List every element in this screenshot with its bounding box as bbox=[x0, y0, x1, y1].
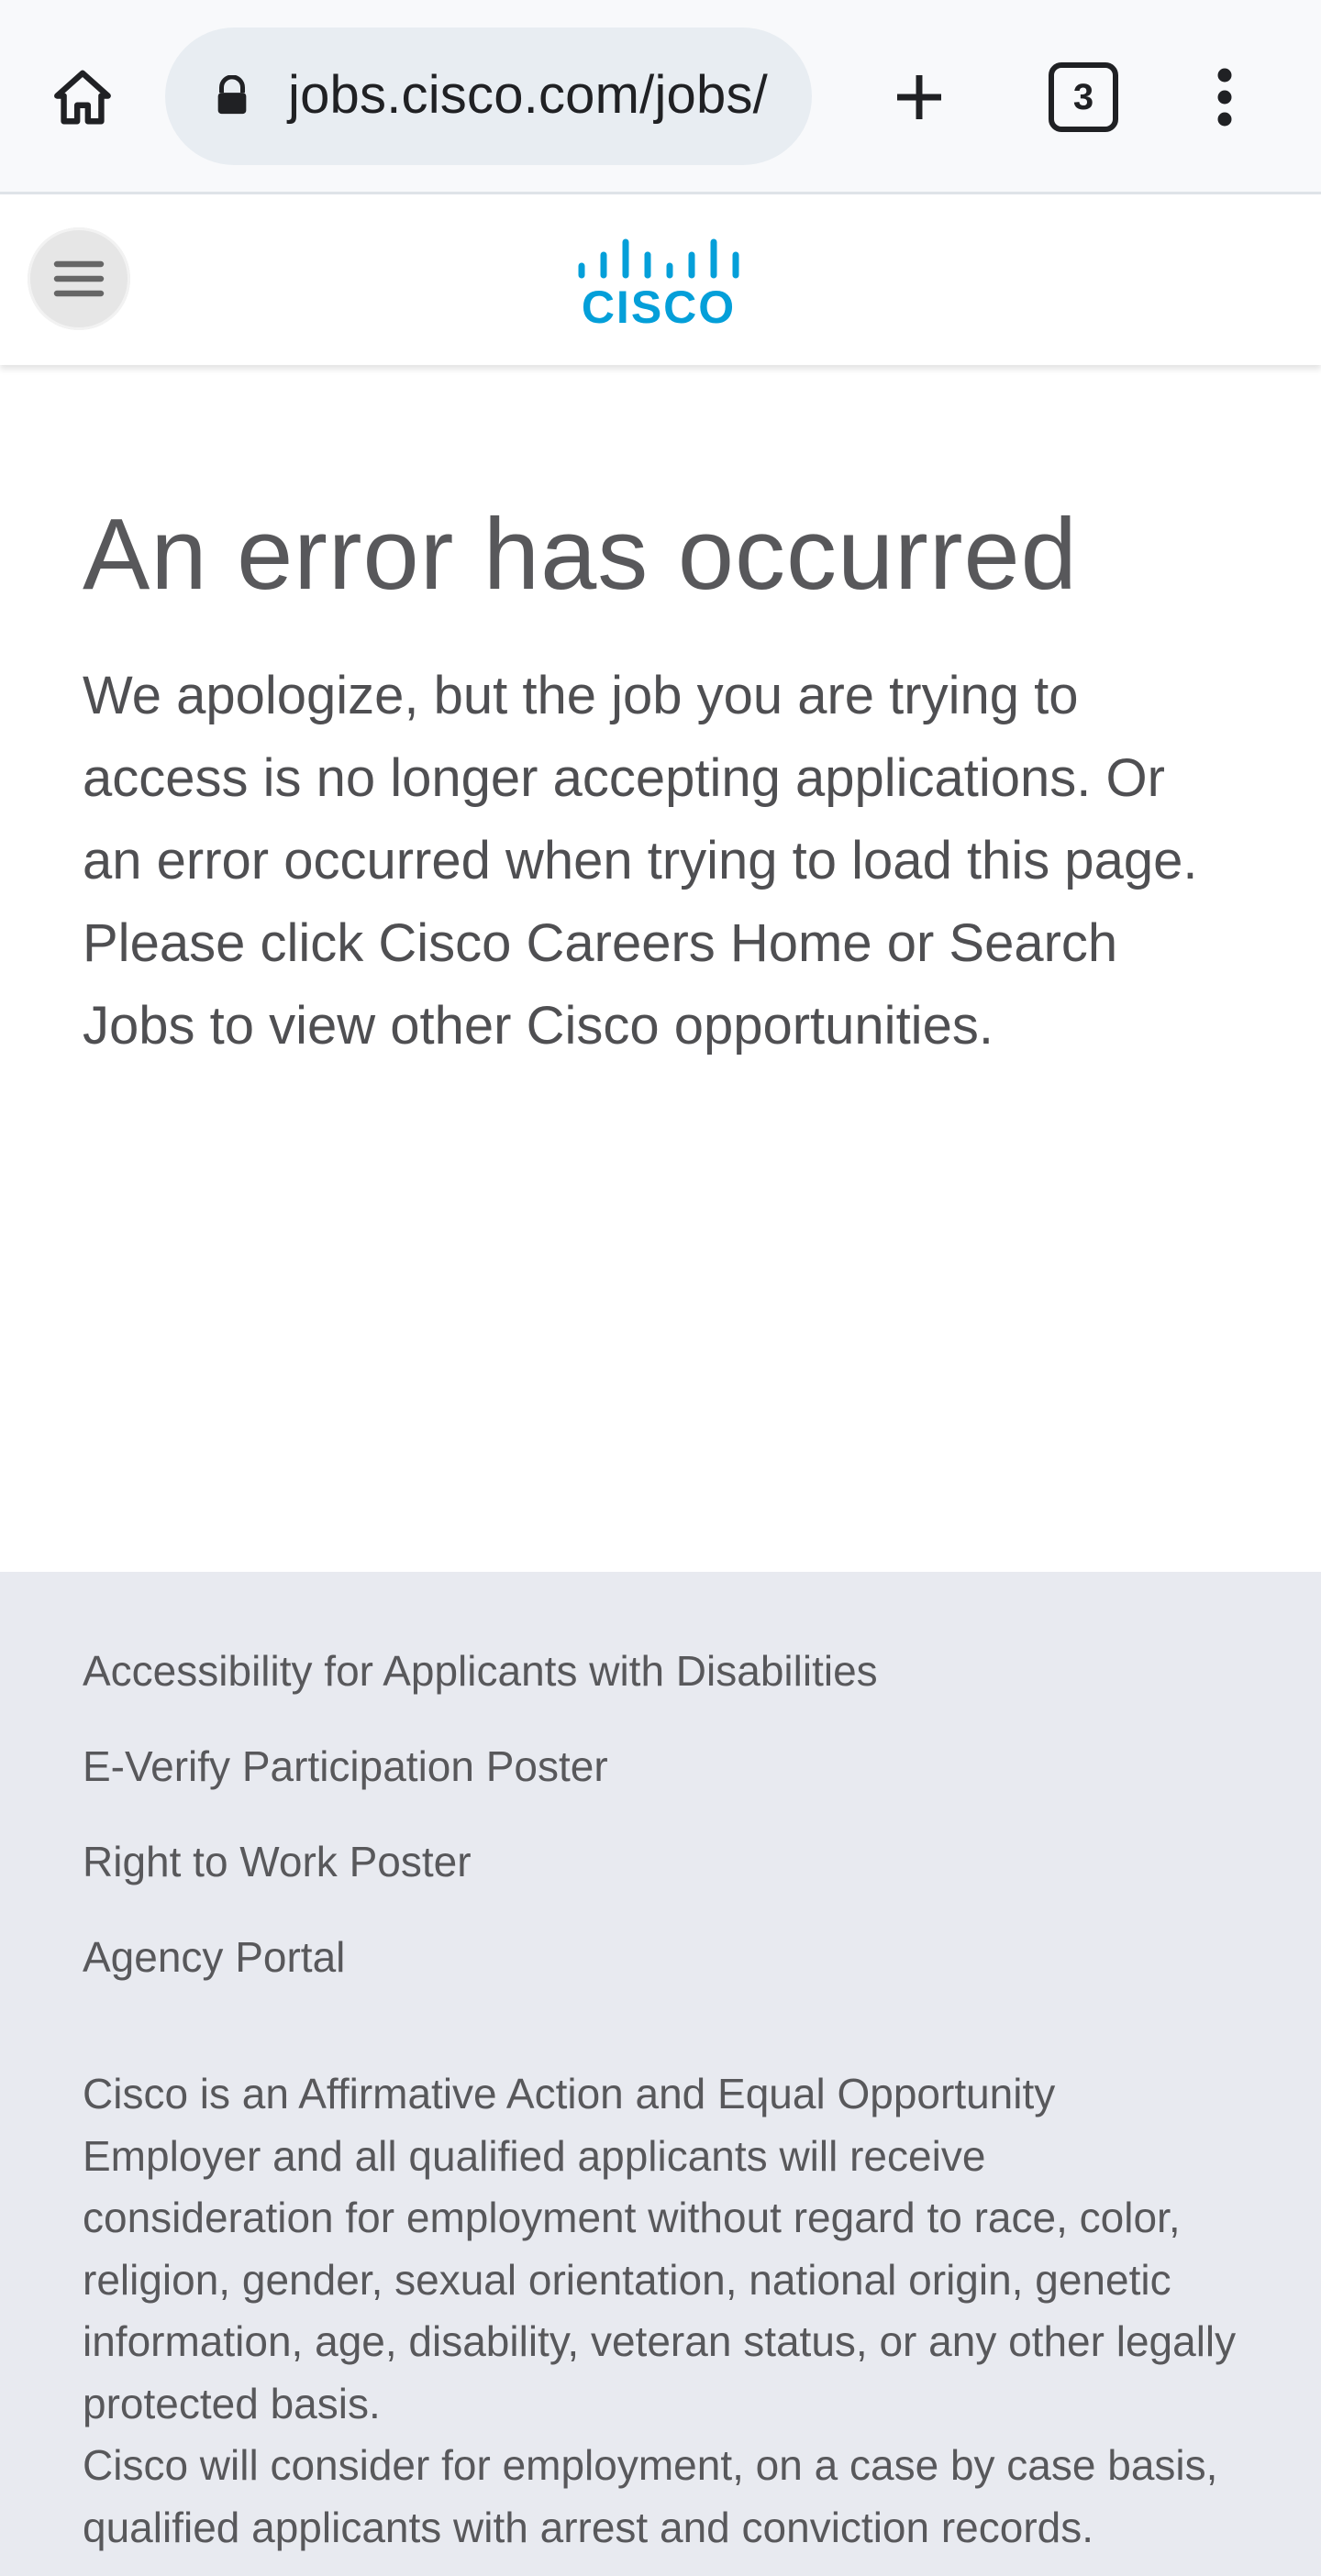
page-title: An error has occurred bbox=[83, 498, 1078, 611]
more-vert-icon[interactable] bbox=[1193, 59, 1257, 136]
site-header: CISCO bbox=[0, 194, 1321, 365]
tab-count: 3 bbox=[1072, 76, 1094, 117]
eeo-paragraph: Cisco is an Affirmative Action and Equal… bbox=[83, 2070, 1237, 2427]
browser-toolbar: jobs.cisco.com/jobs/ 3 bbox=[0, 0, 1321, 194]
cisco-logo[interactable]: CISCO bbox=[574, 231, 745, 332]
footer-link-agency-portal[interactable]: Agency Portal bbox=[83, 1931, 878, 1983]
eeo-paragraph-conviction: Cisco will consider for employment, on a… bbox=[83, 2441, 1218, 2551]
eeo-statement: Cisco is an Affirmative Action and Equal… bbox=[83, 2063, 1238, 2559]
footer-link-right-to-work[interactable]: Right to Work Poster bbox=[83, 1836, 878, 1887]
url-text: jobs.cisco.com/jobs/ bbox=[288, 65, 768, 125]
error-message: We apologize, but the job you are trying… bbox=[83, 666, 1198, 1056]
footer-link-e-verify[interactable]: E-Verify Participation Poster bbox=[83, 1741, 878, 1792]
footer: Accessibility for Applicants with Disabi… bbox=[0, 1572, 1321, 2576]
address-bar[interactable]: jobs.cisco.com/jobs/ bbox=[165, 28, 812, 165]
lock-icon bbox=[217, 75, 247, 115]
tab-switcher-button[interactable]: 3 bbox=[1049, 62, 1118, 132]
error-section: An error has occurred We apologize, but … bbox=[83, 495, 1238, 1067]
footer-links: Accessibility for Applicants with Disabi… bbox=[83, 1645, 878, 2027]
logo-wordmark: CISCO bbox=[582, 282, 736, 332]
new-tab-icon[interactable] bbox=[881, 59, 958, 136]
footer-link-accessibility[interactable]: Accessibility for Applicants with Disabi… bbox=[83, 1645, 878, 1697]
home-icon[interactable] bbox=[44, 59, 121, 136]
hamburger-menu-icon[interactable] bbox=[28, 227, 130, 330]
